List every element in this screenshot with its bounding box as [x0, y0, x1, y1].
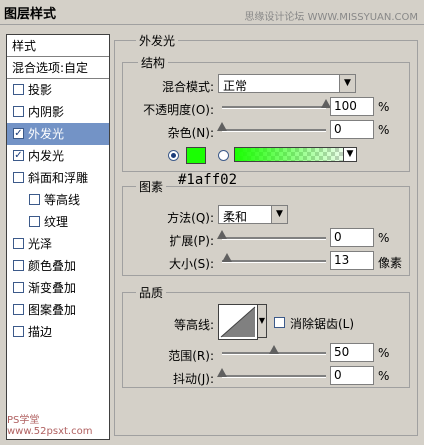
sidebar-item[interactable]: 内阴影: [7, 101, 109, 123]
sidebar-item-label: 投影: [28, 83, 53, 97]
outer-glow-panel: 外发光 结构 混合模式: 正常 ▼ 不透明度(O): 100 % 杂色(N): …: [114, 32, 418, 438]
checkbox[interactable]: [13, 260, 24, 271]
contour-label: 等高线:: [173, 318, 214, 332]
chevron-down-icon: ▼: [271, 206, 287, 223]
checkbox[interactable]: [13, 238, 24, 249]
sidebar-item-label: 外发光: [28, 127, 65, 141]
range-unit: %: [378, 346, 390, 360]
technique-value: 柔和: [223, 210, 248, 224]
blend-mode-value: 正常: [223, 79, 248, 93]
sidebar-item-label: 渐变叠加: [28, 281, 77, 295]
sidebar-item-label: 等高线: [44, 193, 81, 207]
sidebar-item[interactable]: ✓ 内发光: [7, 145, 109, 167]
noise-unit: %: [378, 123, 390, 137]
dialog-title: 图层样式: [4, 7, 57, 22]
sidebar-item[interactable]: 等高线: [7, 189, 109, 211]
size-label: 大小(S):: [168, 257, 214, 271]
antialias-checkbox[interactable]: [274, 317, 285, 328]
antialias-label: 消除锯齿(L): [290, 317, 355, 331]
checkbox[interactable]: [13, 282, 24, 293]
sidebar-item[interactable]: 斜面和浮雕: [7, 167, 109, 189]
sidebar-item-label: 内发光: [28, 149, 65, 163]
sidebar-item[interactable]: ✓ 外发光: [7, 123, 109, 145]
outer-glow-title: 外发光: [136, 32, 179, 49]
jitter-input[interactable]: 0: [330, 366, 374, 385]
checked-checkbox[interactable]: ✓: [13, 128, 24, 139]
opacity-unit: %: [378, 100, 390, 114]
noise-input[interactable]: 0: [330, 120, 374, 139]
watermark: 思缘设计论坛 WWW.MISSYUAN.COM: [244, 12, 418, 23]
styles-header[interactable]: 样式: [7, 35, 109, 57]
noise-slider-thumb[interactable]: [217, 122, 227, 131]
sidebar-item[interactable]: 光泽: [7, 233, 109, 255]
jitter-slider-track[interactable]: [222, 375, 326, 378]
jitter-slider-thumb[interactable]: [217, 368, 227, 377]
opacity-slider-track[interactable]: [222, 106, 326, 109]
sidebar-item[interactable]: 纹理: [7, 211, 109, 233]
contour-chevron-down-icon[interactable]: ▼: [257, 304, 267, 338]
technique-select[interactable]: 柔和 ▼: [218, 205, 288, 224]
sidebar-item-label: 颜色叠加: [28, 259, 77, 273]
jitter-label: 抖动(J):: [173, 372, 214, 386]
range-slider-thumb[interactable]: [269, 345, 279, 354]
jitter-unit: %: [378, 369, 390, 383]
solid-color-radio[interactable]: [168, 150, 179, 161]
sidebar-item[interactable]: 描边: [7, 321, 109, 343]
contour-icon: [220, 306, 256, 338]
sidebar-item-label: 描边: [28, 325, 53, 339]
range-input[interactable]: 50: [330, 343, 374, 362]
chevron-down-icon: ▼: [339, 75, 355, 92]
size-unit: 像素: [378, 256, 403, 270]
gradient-radio[interactable]: [218, 150, 229, 161]
opacity-label: 不透明度(O):: [143, 103, 214, 117]
size-slider-thumb[interactable]: [222, 253, 233, 262]
size-input[interactable]: 13: [330, 251, 374, 270]
technique-label: 方法(Q):: [167, 211, 214, 225]
styles-list: 样式 混合选项:自定 投影内阴影 ✓ 外发光 ✓ 内发光斜面和浮雕等高线纹理光泽颜色叠加…: [6, 34, 110, 440]
opacity-input[interactable]: 100: [330, 97, 374, 116]
contour-picker[interactable]: [218, 304, 258, 340]
elements-title: 图素: [136, 178, 167, 195]
spread-unit: %: [378, 231, 390, 245]
sidebar-item-label: 光泽: [28, 237, 53, 251]
noise-slider-track[interactable]: [222, 129, 326, 132]
blend-mode-select[interactable]: 正常 ▼: [218, 74, 356, 93]
range-label: 范围(R):: [168, 349, 214, 363]
spread-slider-thumb[interactable]: [217, 230, 227, 239]
spread-input[interactable]: 0: [330, 228, 374, 247]
structure-title: 结构: [138, 54, 169, 71]
sidebar-item[interactable]: 投影: [7, 79, 109, 101]
hex-annotation: #1aff02: [178, 172, 238, 188]
sidebar-item-label: 图案叠加: [28, 303, 77, 317]
glow-color-swatch[interactable]: [186, 147, 206, 164]
checked-checkbox[interactable]: ✓: [13, 150, 24, 161]
footer-watermark: PS学堂 www.52psxt.com: [7, 415, 93, 437]
gradient-chevron-down-icon[interactable]: ▼: [343, 147, 357, 162]
spread-label: 扩展(P):: [169, 234, 214, 248]
gradient-swatch[interactable]: [234, 147, 354, 162]
sidebar-item[interactable]: 渐变叠加: [7, 277, 109, 299]
sidebar-item-label: 纹理: [44, 215, 69, 229]
noise-label: 杂色(N):: [167, 126, 214, 140]
title-bar: 图层样式 思缘设计论坛 WWW.MISSYUAN.COM: [0, 0, 424, 25]
spread-slider-track[interactable]: [222, 237, 326, 240]
sidebar-item-label: 内阴影: [28, 105, 65, 119]
blending-options-item[interactable]: 混合选项:自定: [7, 57, 109, 79]
checkbox[interactable]: [13, 172, 24, 183]
checkbox[interactable]: [13, 106, 24, 117]
checkbox[interactable]: [13, 84, 24, 95]
sidebar-item[interactable]: 图案叠加: [7, 299, 109, 321]
size-slider-track[interactable]: [222, 260, 326, 263]
sidebar-item-label: 斜面和浮雕: [28, 171, 89, 185]
sidebar-item[interactable]: 颜色叠加: [7, 255, 109, 277]
checkbox[interactable]: [13, 326, 24, 337]
checkbox[interactable]: [29, 216, 40, 227]
quality-title: 品质: [136, 284, 167, 301]
checkbox[interactable]: [29, 194, 40, 205]
checkbox[interactable]: [13, 304, 24, 315]
blend-mode-label: 混合模式:: [161, 80, 214, 94]
